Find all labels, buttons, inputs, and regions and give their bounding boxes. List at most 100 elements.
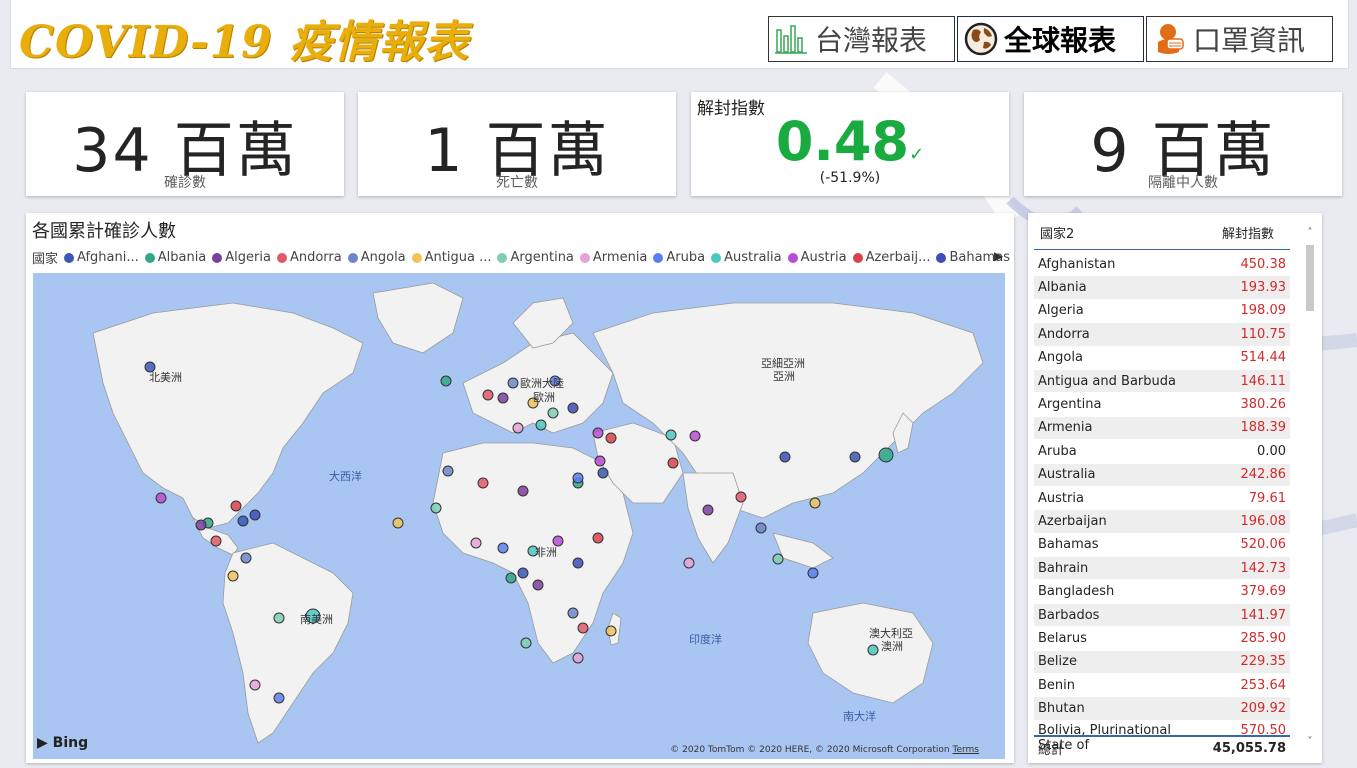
legend-item[interactable]: Australia bbox=[711, 250, 782, 265]
legend-item[interactable]: Aruba bbox=[653, 250, 705, 265]
map-bubble[interactable] bbox=[273, 612, 285, 624]
nav-mask-info[interactable]: 口罩資訊 bbox=[1146, 16, 1333, 62]
map-bubble[interactable] bbox=[517, 485, 529, 497]
col-header-country[interactable]: 國家2 bbox=[1040, 223, 1074, 242]
nav-global-report[interactable]: 全球報表 bbox=[957, 16, 1144, 62]
legend-item[interactable]: Antigua ... bbox=[411, 250, 491, 265]
map-bubble[interactable] bbox=[477, 477, 489, 489]
scroll-up-icon[interactable]: ˄ bbox=[1304, 227, 1316, 238]
table-row[interactable]: Algeria 198.09 bbox=[1034, 300, 1290, 324]
map-bubble[interactable] bbox=[505, 572, 517, 584]
map-bubble[interactable] bbox=[567, 402, 579, 414]
map-bubble[interactable] bbox=[273, 692, 285, 704]
table-row[interactable]: Andorra 110.75 bbox=[1034, 323, 1290, 347]
map-bubble[interactable] bbox=[430, 502, 442, 514]
table-row[interactable]: Bahrain 142.73 bbox=[1034, 557, 1290, 581]
map-bubble[interactable] bbox=[535, 419, 547, 431]
map-bubble[interactable] bbox=[210, 535, 222, 547]
map-bubble[interactable] bbox=[249, 679, 261, 691]
map-bubble[interactable] bbox=[702, 504, 714, 516]
map-bubble[interactable] bbox=[594, 455, 606, 467]
map-bubble[interactable] bbox=[240, 552, 252, 564]
legend-item[interactable]: Armenia bbox=[579, 250, 647, 265]
map-bubble[interactable] bbox=[517, 567, 529, 579]
map-bubble[interactable] bbox=[195, 519, 207, 531]
legend-item[interactable]: Austria bbox=[787, 250, 847, 265]
table-row[interactable]: Afghanistan 450.38 bbox=[1034, 253, 1290, 277]
table-row[interactable]: Benin 253.64 bbox=[1034, 674, 1290, 698]
terms-link[interactable]: Terms bbox=[952, 745, 979, 755]
map-bubble[interactable] bbox=[689, 430, 701, 442]
map-bubble[interactable] bbox=[442, 465, 454, 477]
map-bubble[interactable] bbox=[497, 542, 509, 554]
map-bubble[interactable] bbox=[482, 389, 494, 401]
map-bubble[interactable] bbox=[665, 429, 677, 441]
map-bubble[interactable] bbox=[512, 422, 524, 434]
table-row[interactable]: Azerbaijan 196.08 bbox=[1034, 510, 1290, 534]
map-bubble[interactable] bbox=[592, 427, 604, 439]
map-bubble[interactable] bbox=[605, 625, 617, 637]
legend-item[interactable]: Albania bbox=[144, 250, 206, 265]
table-row[interactable]: Belarus 285.90 bbox=[1034, 627, 1290, 651]
table-row[interactable]: Aruba 0.00 bbox=[1034, 440, 1290, 464]
map-bubble[interactable] bbox=[520, 637, 532, 649]
map-bubble[interactable] bbox=[849, 451, 861, 463]
table-row[interactable]: Angola 514.44 bbox=[1034, 347, 1290, 370]
legend-item[interactable]: Andorra bbox=[276, 250, 342, 265]
map-bubble[interactable] bbox=[497, 392, 509, 404]
map-bubble[interactable] bbox=[667, 457, 679, 469]
map-bubble[interactable] bbox=[597, 467, 609, 479]
map-bubble[interactable] bbox=[572, 652, 584, 664]
map-bubble[interactable] bbox=[440, 375, 452, 387]
table-scrollbar[interactable]: ˄ ˅ bbox=[1304, 227, 1316, 747]
map-bubble[interactable] bbox=[878, 447, 894, 463]
map-copyright: © 2020 TomTom © 2020 HERE, © 2020 Micros… bbox=[670, 745, 979, 755]
table-row[interactable]: Albania 193.93 bbox=[1034, 276, 1290, 300]
table-row[interactable]: Bahamas 520.06 bbox=[1034, 534, 1290, 558]
map-bubble[interactable] bbox=[507, 377, 519, 389]
scroll-thumb[interactable] bbox=[1306, 245, 1314, 311]
map-bubble[interactable] bbox=[230, 500, 242, 512]
world-map[interactable]: 北美洲 南美洲 歐洲大陸 歐洲 非洲 亞細亞洲 亞洲 澳大利亞 澳洲 大西洋 印… bbox=[33, 273, 1005, 759]
map-bubble[interactable] bbox=[567, 607, 579, 619]
map-bubble[interactable] bbox=[227, 570, 239, 582]
map-bubble[interactable] bbox=[572, 557, 584, 569]
scroll-down-icon[interactable]: ˅ bbox=[1304, 736, 1316, 747]
legend-item[interactable]: Algeria bbox=[212, 250, 271, 265]
map-bubble[interactable] bbox=[755, 522, 767, 534]
table-row[interactable]: Antigua and Barbuda 146.11 bbox=[1034, 369, 1290, 394]
map-bubble[interactable] bbox=[735, 491, 747, 503]
table-row[interactable]: Bhutan 209.92 bbox=[1034, 697, 1290, 721]
map-bubble[interactable] bbox=[809, 497, 821, 509]
map-bubble[interactable] bbox=[392, 517, 404, 529]
col-header-index[interactable]: 解封指數 bbox=[1222, 223, 1274, 242]
legend-item[interactable]: Afghani... bbox=[64, 250, 139, 265]
map-bubble[interactable] bbox=[867, 644, 879, 656]
map-bubble[interactable] bbox=[807, 567, 819, 579]
legend-item[interactable]: Azerbaij... bbox=[852, 250, 930, 265]
legend-next-arrow[interactable]: ▶ bbox=[994, 249, 1003, 263]
table-row[interactable]: Belize 229.35 bbox=[1034, 650, 1290, 675]
nav-taiwan-report[interactable]: 台灣報表 bbox=[768, 16, 955, 62]
map-bubble[interactable] bbox=[605, 432, 617, 444]
table-row[interactable]: Bangladesh 379.69 bbox=[1034, 580, 1290, 604]
map-bubble[interactable] bbox=[155, 492, 167, 504]
table-row[interactable]: Barbados 141.97 bbox=[1034, 603, 1290, 628]
map-bubble[interactable] bbox=[772, 553, 784, 565]
table-row[interactable]: Australia 242.86 bbox=[1034, 463, 1290, 487]
map-bubble[interactable] bbox=[547, 407, 559, 419]
map-bubble[interactable] bbox=[779, 451, 791, 463]
legend-item[interactable]: Argentina bbox=[497, 250, 574, 265]
map-bubble[interactable] bbox=[572, 472, 584, 484]
table-row[interactable]: Argentina 380.26 bbox=[1034, 393, 1290, 417]
table-row[interactable]: Armenia 188.39 bbox=[1034, 416, 1290, 441]
table-row[interactable]: Austria 79.61 bbox=[1034, 487, 1290, 511]
legend-item[interactable]: Angola bbox=[347, 250, 406, 265]
map-bubble[interactable] bbox=[577, 622, 589, 634]
map-bubble[interactable] bbox=[470, 537, 482, 549]
map-bubble[interactable] bbox=[592, 532, 604, 544]
map-bubble[interactable] bbox=[683, 557, 695, 569]
map-bubble[interactable] bbox=[532, 579, 544, 591]
map-bubble[interactable] bbox=[249, 509, 261, 521]
map-bubble[interactable] bbox=[237, 515, 249, 527]
